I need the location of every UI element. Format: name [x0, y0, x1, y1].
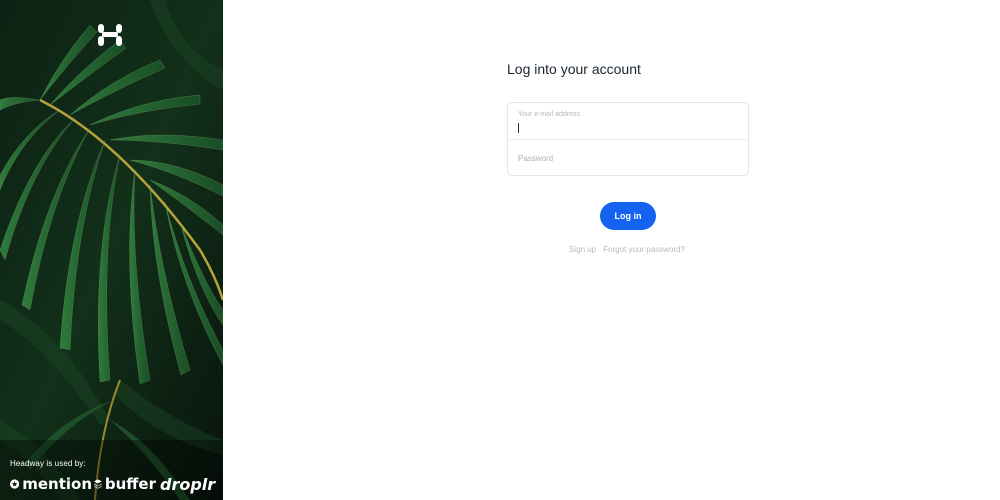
sidebar-panel: Headway is used by: mention buffer dropl… — [0, 0, 223, 500]
text-caret — [518, 123, 519, 133]
email-field-label: Your e-mail address — [518, 111, 580, 118]
auth-links: Sign up Forgot your password? — [569, 245, 685, 254]
forgot-password-link[interactable]: Forgot your password? — [603, 245, 685, 254]
login-button[interactable]: Log in — [600, 202, 656, 230]
customer-logos: mention buffer droplr — [10, 474, 220, 494]
password-field[interactable]: Password — [508, 139, 748, 175]
used-by-label: Headway is used by: — [10, 459, 86, 468]
brand-droplr-label: droplr — [160, 474, 216, 494]
headway-logo-icon[interactable] — [96, 21, 124, 49]
star-badge-icon — [10, 479, 20, 489]
login-form: Your e-mail address Password — [507, 102, 749, 176]
palm-leaf-background — [0, 0, 223, 500]
brand-mention-label: mention — [22, 475, 92, 493]
signup-link[interactable]: Sign up — [569, 245, 596, 254]
brand-droplr: droplr — [160, 475, 215, 494]
brand-buffer-label: buffer — [104, 475, 156, 493]
brand-buffer: buffer — [94, 475, 156, 493]
email-field[interactable]: Your e-mail address — [508, 103, 748, 139]
password-placeholder: Password — [518, 154, 554, 163]
brand-mention: mention — [10, 475, 92, 493]
stack-layers-icon — [94, 479, 102, 489]
page-title: Log into your account — [507, 61, 641, 77]
